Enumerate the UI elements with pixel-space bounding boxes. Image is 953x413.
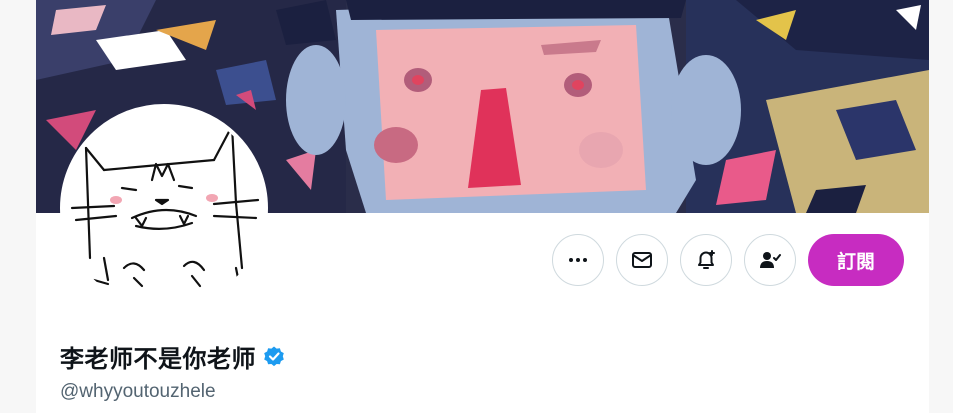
name-row: 李老师不是你老师 [60,339,286,374]
profile-actions: 訂閱 [552,234,904,286]
person-check-icon [760,252,781,268]
profile-handle: @whyyoutouzhele [60,381,216,402]
more-button[interactable] [552,234,604,286]
verified-badge-icon[interactable] [262,345,286,369]
display-name: 李老师不是你老师 [60,345,256,373]
following-button[interactable] [744,234,796,286]
envelope-icon [632,252,652,268]
bell-plus-icon [698,250,715,269]
more-horizontal-icon [569,258,587,262]
message-button[interactable] [616,234,668,286]
profile-avatar[interactable] [60,104,268,312]
notify-button[interactable] [680,234,732,286]
subscribe-button[interactable]: 訂閱 [808,234,904,286]
profile-card: 訂閱 李老师不是你老师 @whyyoutouzhele [36,0,929,413]
